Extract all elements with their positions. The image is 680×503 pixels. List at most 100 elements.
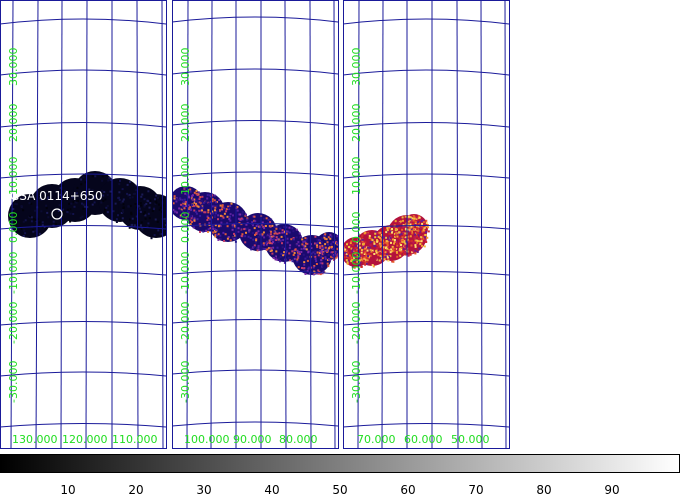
pixel-speck	[331, 251, 334, 254]
exposure-map	[172, 186, 341, 276]
pixel-speck	[395, 242, 398, 245]
pixel-speck	[401, 216, 404, 219]
pixel-speck	[420, 240, 423, 243]
pixel-speck	[306, 259, 309, 262]
survey-panel-2[interactable]: 30.000 20.000 10.000 0.000 -10.000 -20.0…	[169, 0, 344, 449]
sky-image-viewer[interactable]: GSA 0114+650 30.000 20.000 10.000 0.000 …	[0, 0, 680, 499]
pixel-speck	[38, 221, 41, 224]
pixel-speck	[177, 199, 180, 202]
pixel-speck	[47, 216, 50, 219]
pixel-speck	[207, 202, 210, 205]
pixel-speck	[122, 198, 125, 201]
pixel-speck	[272, 246, 275, 249]
lon-label: 90.000	[233, 433, 272, 446]
pixel-speck	[413, 236, 416, 239]
pixel-speck	[383, 236, 386, 239]
pixel-speck	[371, 264, 374, 267]
pixel-speck	[199, 230, 201, 233]
pixel-speck	[363, 256, 366, 259]
pixel-speck	[317, 269, 320, 272]
pixel-speck	[255, 232, 258, 235]
pixel-speck	[269, 233, 272, 236]
pixel-speck	[409, 235, 412, 238]
pixel-speck	[302, 240, 305, 243]
pixel-speck	[339, 253, 341, 255]
pixel-speck	[410, 230, 413, 232]
survey-panel-1[interactable]: GSA 0114+650 30.000 20.000 10.000 0.000 …	[0, 0, 179, 449]
pixel-speck	[278, 232, 281, 235]
pixel-speck	[324, 257, 327, 260]
pixel-speck	[195, 210, 197, 213]
pixel-speck	[336, 242, 338, 245]
pixel-speck	[147, 212, 150, 215]
pixel-speck	[233, 238, 236, 240]
pixel-speck	[199, 205, 202, 208]
pixel-speck	[268, 233, 271, 236]
pixel-speck	[399, 233, 401, 236]
pixel-speck	[237, 227, 240, 230]
pixel-speck	[223, 240, 226, 242]
pixel-speck	[217, 238, 220, 241]
pixel-speck	[79, 216, 82, 219]
pixel-speck	[422, 221, 425, 224]
pixel-speck	[24, 232, 27, 235]
colorbar[interactable]: 10 20 30 40 50 60 70 80 90	[0, 454, 680, 498]
pixel-speck	[120, 201, 123, 204]
pixel-speck	[265, 248, 268, 251]
pixel-speck	[279, 227, 282, 230]
pixel-speck	[297, 254, 300, 257]
pixel-speck	[346, 254, 349, 257]
pixel-speck	[158, 203, 160, 206]
pixel-speck	[335, 250, 338, 253]
pixel-speck	[326, 241, 329, 244]
pixel-speck	[339, 239, 341, 241]
pixel-speck	[118, 198, 121, 201]
pixel-speck	[141, 228, 144, 231]
pixel-speck	[369, 248, 372, 251]
pixel-speck	[418, 216, 421, 219]
colorbar-tick-label: 60	[400, 483, 415, 497]
pixel-speck	[34, 229, 37, 232]
pixel-speck	[304, 240, 306, 243]
pixel-speck	[105, 206, 108, 209]
pixel-speck	[122, 203, 125, 206]
pixel-speck	[155, 201, 158, 204]
pixel-speck	[345, 259, 348, 262]
pixel-speck	[156, 220, 159, 223]
pixel-speck	[368, 253, 370, 255]
pixel-speck	[94, 175, 97, 178]
pixel-speck	[287, 256, 290, 259]
pixel-speck	[295, 228, 298, 231]
pixel-speck	[399, 220, 402, 223]
pixel-speck	[276, 238, 279, 241]
lat-label: 0.000	[350, 212, 363, 244]
pixel-speck	[376, 247, 379, 250]
pixel-speck	[416, 235, 418, 238]
pixel-speck	[394, 220, 397, 223]
survey-panel-3[interactable]: 30.000 20.000 10.000 0.000 -10.000 -20.0…	[341, 0, 509, 449]
pixel-speck	[312, 273, 315, 276]
pixel-speck	[106, 194, 109, 196]
pixel-speck	[241, 233, 244, 236]
pixel-speck	[298, 251, 300, 254]
pixel-speck	[263, 244, 265, 247]
pixel-speck	[330, 245, 333, 248]
pixel-speck	[319, 242, 321, 244]
pixel-speck	[253, 227, 256, 230]
pixel-speck	[212, 212, 215, 215]
pixel-speck	[368, 236, 371, 239]
pixel-speck	[329, 233, 332, 236]
pixel-speck	[229, 213, 232, 216]
pixel-speck	[239, 227, 242, 230]
pixel-speck	[327, 253, 330, 256]
pixel-speck	[214, 214, 217, 217]
pixel-speck	[335, 253, 338, 256]
pixel-speck	[375, 250, 378, 253]
pixel-speck	[112, 210, 115, 213]
pixel-speck	[140, 195, 143, 198]
pixel-speck	[385, 231, 388, 234]
pixel-speck	[223, 212, 226, 215]
pixel-speck	[118, 183, 121, 186]
pixel-speck	[241, 213, 244, 216]
pixel-speck	[195, 190, 198, 192]
